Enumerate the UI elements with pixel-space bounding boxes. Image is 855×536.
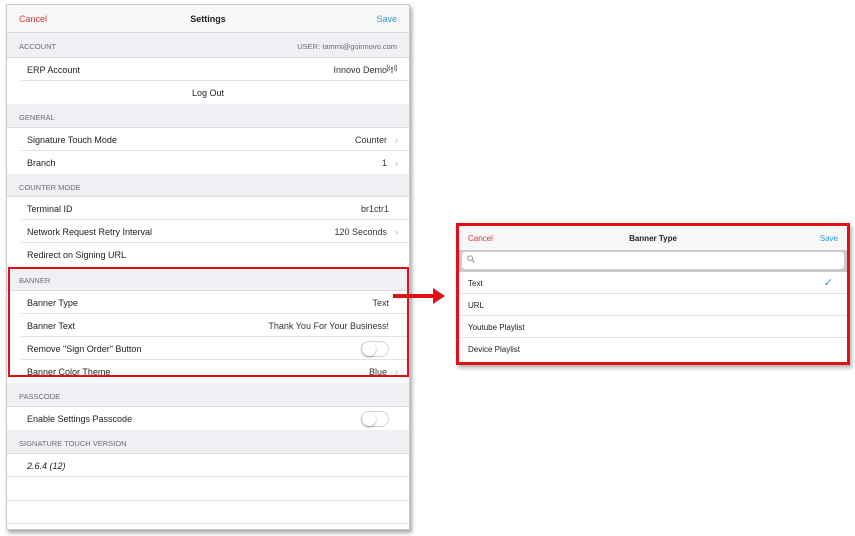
erp-account-value: Innovo Demo (333, 65, 387, 75)
version-value: 2.6.4 (12) (27, 461, 66, 471)
search-input[interactable] (478, 254, 840, 266)
enable-passcode-toggle[interactable] (361, 411, 389, 427)
signature-touch-mode-label: Signature Touch Mode (27, 135, 117, 145)
popup-save-button[interactable]: Save (820, 234, 838, 243)
divider (7, 500, 409, 501)
settings-navbar: Cancel Settings Save (7, 5, 409, 33)
section-title: GENERAL (19, 113, 55, 122)
retry-interval-row[interactable]: Network Request Retry Interval 120 Secon… (7, 220, 409, 243)
option-label: Text (468, 279, 483, 288)
popup-title: Banner Type (629, 234, 677, 243)
divider (7, 523, 409, 524)
option-device-playlist[interactable]: Device Playlist (459, 338, 847, 360)
magnifier-icon (467, 255, 475, 265)
option-label: Device Playlist (468, 345, 521, 354)
version-row: 2.6.4 (12) (7, 454, 409, 477)
log-out-button[interactable]: Log Out (7, 88, 409, 98)
section-header-version: SIGNATURE TOUCH VERSION (7, 430, 409, 454)
option-url[interactable]: URL (459, 294, 847, 316)
section-header-counter-mode: COUNTER MODE (7, 174, 409, 197)
section-header-passcode: PASSCODE (7, 383, 409, 407)
option-text[interactable]: Text ✓ (459, 272, 847, 294)
user-email: USER: tammi@goinnovo.com (297, 42, 397, 51)
signature-touch-mode-row[interactable]: Signature Touch Mode Counter › (7, 128, 409, 151)
toggle-knob (362, 412, 376, 426)
section-title: ACCOUNT (19, 42, 57, 51)
callout-arrow-icon (433, 288, 445, 304)
erp-account-row[interactable]: ERP Account Innovo Demo (7, 58, 409, 81)
signature-touch-mode-value: Counter (354, 135, 387, 145)
retry-interval-value: 120 Seconds (334, 227, 387, 237)
chevron-right-icon: › (395, 158, 398, 168)
branch-label: Branch (27, 158, 56, 168)
section-title: COUNTER MODE (19, 183, 81, 192)
banner-type-popup: Cancel Banner Type Save Text ✓ URL Youtu… (456, 223, 850, 365)
log-out-row[interactable]: Log Out (7, 81, 409, 104)
retry-interval-label: Network Request Retry Interval (27, 227, 153, 237)
section-title: SIGNATURE TOUCH VERSION (19, 439, 127, 448)
redirect-url-row[interactable]: Redirect on Signing URL (7, 243, 409, 266)
terminal-id-value: br1ctr1 (360, 204, 389, 214)
branch-value: 1 (381, 158, 387, 168)
branch-row[interactable]: Branch 1 › (7, 151, 409, 174)
page-title: Settings (190, 14, 226, 24)
terminal-id-label: Terminal ID (27, 204, 73, 214)
erp-account-label: ERP Account (27, 65, 80, 75)
enable-passcode-row: Enable Settings Passcode (7, 407, 409, 430)
callout-arrow-line (393, 294, 435, 298)
option-label: URL (468, 301, 485, 310)
banner-type-navbar: Cancel Banner Type Save (459, 226, 847, 250)
chevron-right-icon: › (395, 227, 398, 237)
search-field-container[interactable] (462, 252, 844, 269)
save-button[interactable]: Save (376, 14, 397, 24)
checkmark-icon: ✓ (823, 277, 833, 289)
option-youtube-playlist[interactable]: Youtube Playlist (459, 316, 847, 338)
chevron-right-icon: › (395, 135, 398, 145)
enable-passcode-label: Enable Settings Passcode (27, 414, 133, 424)
section-header-general: GENERAL (7, 104, 409, 128)
redirect-url-label: Redirect on Signing URL (27, 250, 127, 260)
banner-highlight-box (8, 267, 409, 377)
section-header-account: ACCOUNT USER: tammi@goinnovo.com (7, 33, 409, 58)
section-title: PASSCODE (19, 392, 61, 401)
antenna-signal-icon (386, 64, 398, 76)
option-label: Youtube Playlist (468, 323, 525, 332)
terminal-id-row[interactable]: Terminal ID br1ctr1 (7, 197, 409, 220)
search-bar (459, 250, 847, 272)
